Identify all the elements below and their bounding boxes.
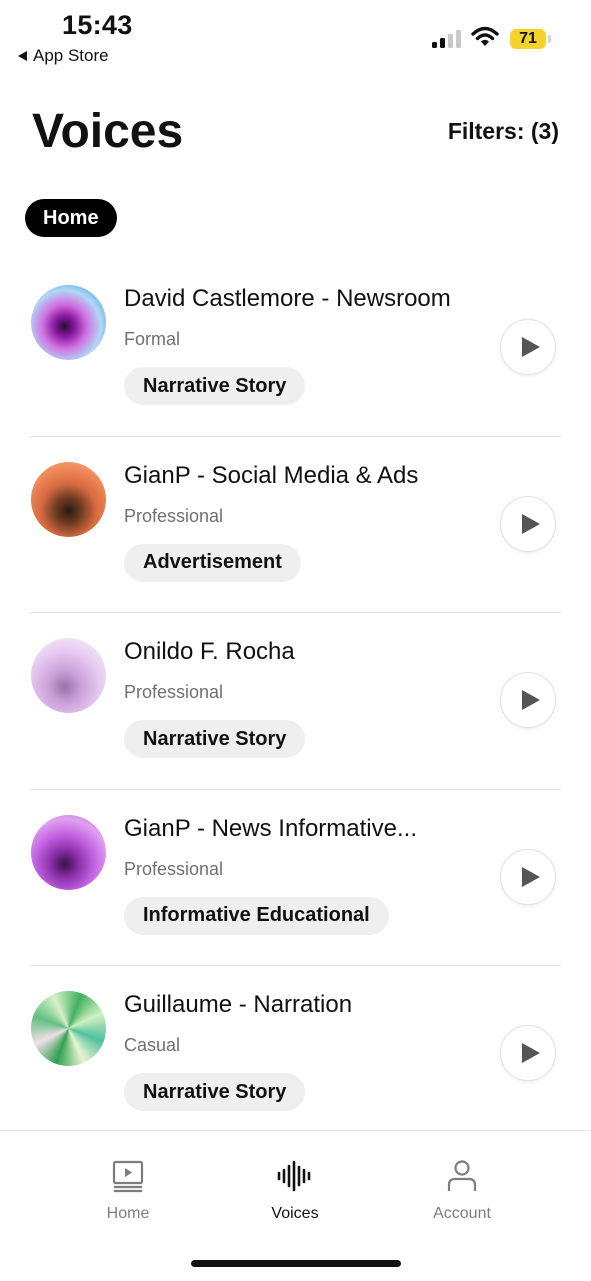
back-to-app-store[interactable]: App Store [18, 46, 109, 66]
voice-avatar [31, 638, 106, 713]
tab-home[interactable]: Home [68, 1159, 188, 1223]
voice-item[interactable]: Guillaume - Narration Casual Narrative S… [0, 966, 591, 1143]
play-icon [521, 866, 540, 887]
voice-item[interactable]: GianP - Social Media & Ads Professional … [0, 437, 591, 613]
play-button[interactable] [500, 319, 556, 375]
voice-avatar [31, 991, 106, 1066]
voice-name: Onildo F. Rocha [124, 638, 295, 665]
play-button[interactable] [500, 672, 556, 728]
cellular-signal-icon [432, 30, 461, 48]
back-arrow-icon [18, 51, 27, 61]
voice-item[interactable]: David Castlemore - Newsroom Formal Narra… [0, 260, 591, 437]
voice-style: Professional [124, 858, 224, 879]
battery-icon: 71 [510, 29, 546, 49]
voice-style: Formal [124, 329, 181, 349]
voice-name: Guillaume - Narration [124, 991, 353, 1018]
page-title: Voices [32, 105, 184, 158]
play-icon [521, 337, 540, 357]
voice-item[interactable]: GianP - News Informative... Professional… [0, 790, 591, 966]
voice-name: GianP - Social Media & Ads [124, 461, 419, 489]
tab-voices[interactable]: Voices [235, 1159, 355, 1223]
play-icon [521, 513, 540, 534]
voice-name: David Castlemore - Newsroom [124, 285, 451, 312]
voice-avatar [31, 814, 106, 890]
wifi-icon [471, 26, 499, 53]
play-icon [521, 690, 540, 710]
home-indicator [191, 1260, 401, 1267]
voice-tag: Narrative Story [124, 720, 306, 758]
play-screen-icon [112, 1160, 144, 1193]
person-icon [447, 1160, 477, 1191]
voice-style: Professional [124, 682, 224, 702]
status-time: 15:43 [62, 10, 133, 40]
battery-tip [548, 35, 551, 43]
voice-tag: Advertisement [124, 543, 301, 582]
tab-account[interactable]: Account [402, 1159, 522, 1223]
tab-bar: Home Voices Account [0, 1130, 591, 1281]
tab-label: Home [106, 1205, 150, 1222]
tab-label: Account [433, 1205, 491, 1222]
play-icon [521, 1043, 540, 1063]
play-button[interactable] [500, 1025, 556, 1081]
voice-style: Casual [124, 1035, 181, 1055]
voice-avatar [31, 461, 106, 537]
voice-name: GianP - News Informative... [124, 814, 417, 842]
waveform-icon [277, 1160, 311, 1192]
voice-tag: Narrative Story [124, 367, 306, 405]
back-label: App Store [33, 46, 109, 65]
play-button[interactable] [500, 848, 556, 905]
play-button[interactable] [500, 495, 556, 552]
filter-chip-home[interactable]: Home [25, 199, 117, 237]
voice-avatar [31, 285, 106, 360]
voice-tag: Narrative Story [124, 1073, 306, 1111]
filters-button[interactable]: Filters: (3) [448, 118, 559, 145]
voice-tag: Informative Educational [124, 896, 389, 935]
tab-label: Voices [271, 1205, 319, 1222]
voice-style: Professional [124, 505, 224, 526]
voice-list: David Castlemore - Newsroom Formal Narra… [0, 260, 591, 1143]
voice-item[interactable]: Onildo F. Rocha Professional Narrative S… [0, 613, 591, 790]
